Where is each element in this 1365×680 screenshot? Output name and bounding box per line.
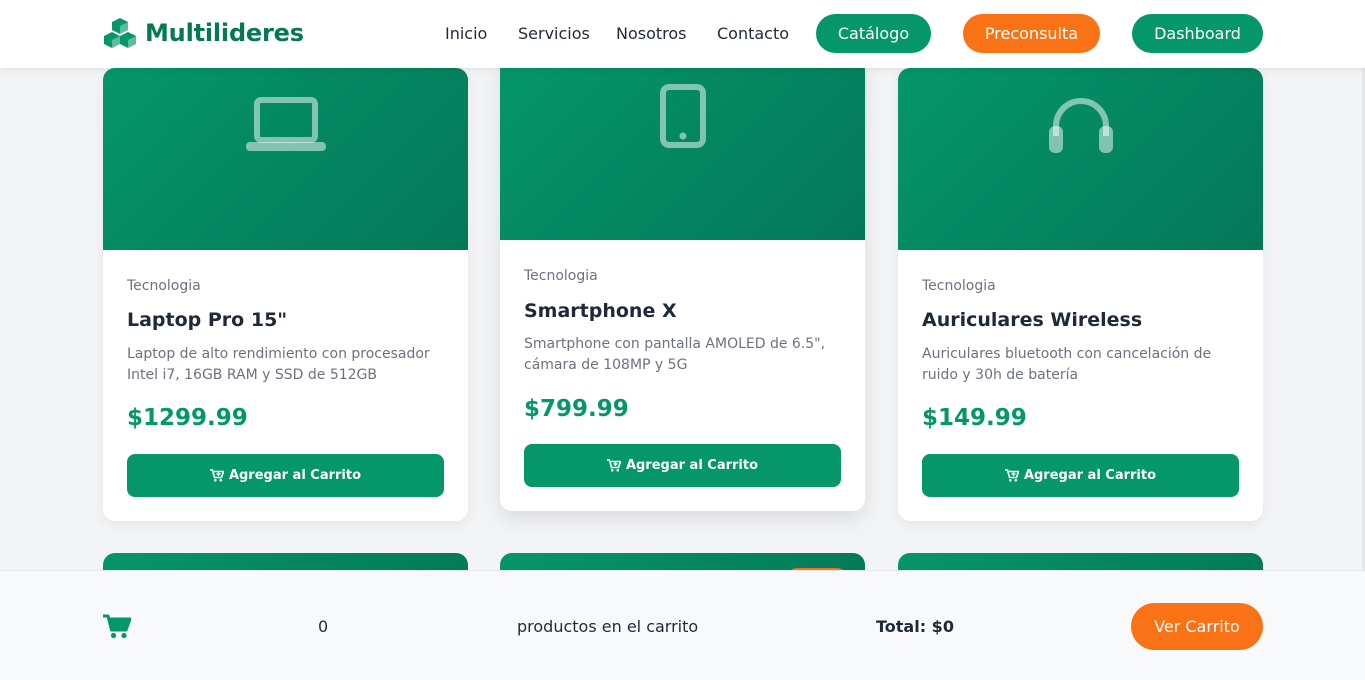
nav-nosotros[interactable]: Nosotros xyxy=(616,24,687,43)
catalog-button[interactable]: Catálogo xyxy=(816,14,931,53)
nav-servicios[interactable]: Servicios xyxy=(518,24,590,43)
cart-item-count: 0 xyxy=(318,617,329,636)
brand-name: Multilideres xyxy=(145,19,304,47)
cart-plus-icon xyxy=(1004,469,1019,482)
shopping-cart-icon xyxy=(103,614,131,639)
product-description: Auriculares bluetooth con cancelación de… xyxy=(922,346,1212,383)
cart-summary-bar: 0 productos en el carrito Total: $0 Ver … xyxy=(0,570,1365,680)
cart-plus-icon xyxy=(606,459,621,472)
product-title: Auriculares Wireless xyxy=(922,309,1143,331)
preconsulta-button[interactable]: Preconsulta xyxy=(963,14,1100,53)
catalog-page: Multilideres Inicio Servicios Nosotros C… xyxy=(0,0,1365,680)
add-to-cart-button[interactable]: Agregar al Carrito xyxy=(524,444,841,487)
cart-count-label: productos en el carrito xyxy=(517,617,699,636)
add-to-cart-label: Agregar al Carrito xyxy=(1023,468,1157,483)
product-price: $799.99 xyxy=(524,396,629,422)
product-title: Smartphone X xyxy=(524,300,677,322)
brand-logo[interactable]: Multilideres xyxy=(103,17,304,49)
cubes-icon xyxy=(104,18,136,48)
dashboard-button[interactable]: Dashboard xyxy=(1132,14,1263,53)
cart-total: Total: $0 xyxy=(876,617,954,636)
product-description: Laptop de alto rendimiento con procesado… xyxy=(127,346,430,383)
product-price: $1299.99 xyxy=(127,405,248,431)
add-to-cart-label: Agregar al Carrito xyxy=(625,458,759,473)
product-category: Tecnologia xyxy=(524,268,598,284)
product-image xyxy=(500,58,865,240)
nav-inicio[interactable]: Inicio xyxy=(445,24,487,43)
product-image xyxy=(103,68,468,250)
nav-contacto[interactable]: Contacto xyxy=(717,24,789,43)
laptop-icon xyxy=(245,97,326,151)
product-card: Tecnologia Smartphone X Smartphone con p… xyxy=(500,58,865,511)
view-cart-button[interactable]: Ver Carrito xyxy=(1131,603,1263,650)
product-category: Tecnologia xyxy=(922,278,996,294)
product-card: Tecnologia Laptop Pro 15" Laptop de alto… xyxy=(103,68,468,521)
cart-plus-icon xyxy=(209,469,224,482)
smartphone-icon xyxy=(659,84,706,148)
product-image xyxy=(898,68,1263,250)
product-price: $149.99 xyxy=(922,405,1027,431)
add-to-cart-label: Agregar al Carrito xyxy=(228,468,362,483)
product-title: Laptop Pro 15" xyxy=(127,309,288,331)
add-to-cart-button[interactable]: Agregar al Carrito xyxy=(127,454,444,497)
product-category: Tecnologia xyxy=(127,278,201,294)
headphones-icon xyxy=(1048,98,1113,153)
product-description: Smartphone con pantalla AMOLED de 6.5", … xyxy=(524,336,826,373)
add-to-cart-button[interactable]: Agregar al Carrito xyxy=(922,454,1239,497)
site-header: Multilideres Inicio Servicios Nosotros C… xyxy=(0,0,1365,68)
product-card: Tecnologia Auriculares Wireless Auricula… xyxy=(898,68,1263,521)
